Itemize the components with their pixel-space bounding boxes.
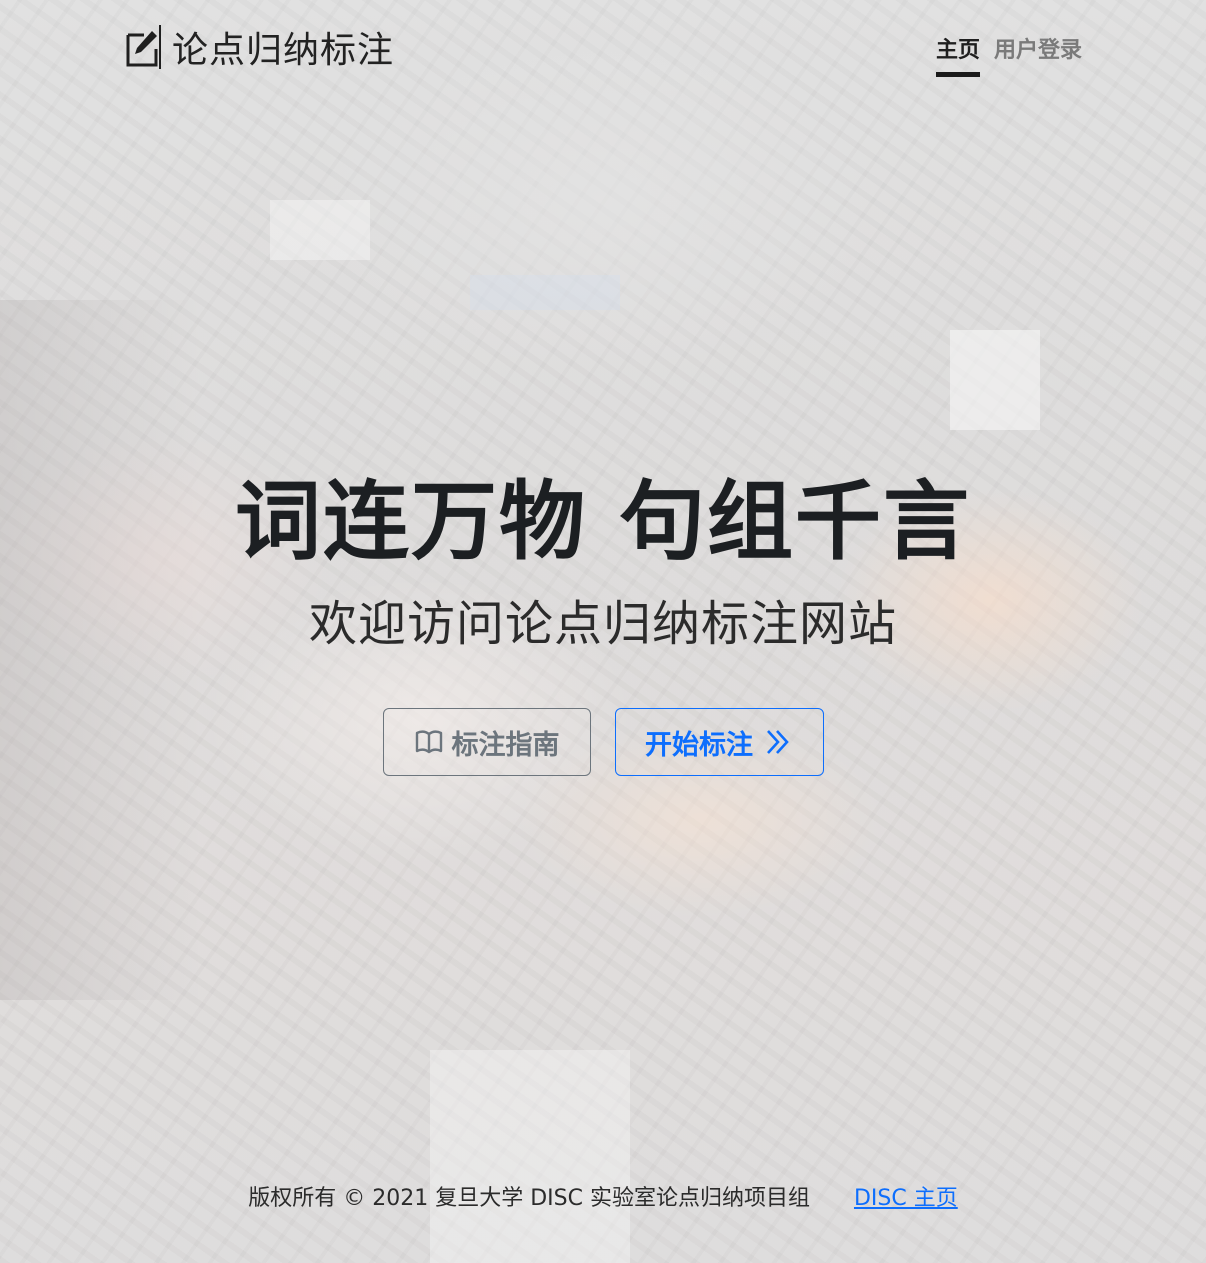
hero-title: 词连万物 句组千言: [235, 472, 971, 572]
start-annotation-button[interactable]: 开始标注: [614, 708, 824, 776]
chevron-double-right-icon: [763, 727, 793, 757]
hero-section: 词连万物 句组千言 欢迎访问论点归纳标注网站 标注指南 开始标注: [0, 470, 1206, 776]
hero-subtitle: 欢迎访问论点归纳标注网站: [308, 596, 897, 652]
hero-actions: 标注指南 开始标注: [0, 708, 1206, 776]
copyright-text: 版权所有 © 2021 复旦大学 DISC 实验室论点归纳项目组: [248, 1186, 810, 1211]
main-nav: 主页 用户登录: [935, 32, 1082, 77]
start-annotation-label: 开始标注: [645, 729, 753, 761]
pencil-square-icon: [124, 25, 162, 69]
annotation-guide-button[interactable]: 标注指南: [382, 708, 591, 776]
book-icon: [414, 727, 444, 757]
nav-home[interactable]: 主页: [935, 32, 980, 77]
nav-login[interactable]: 用户登录: [994, 32, 1082, 77]
brand-name: 论点归纳标注: [172, 30, 395, 71]
disc-home-link[interactable]: DISC 主页: [854, 1186, 958, 1211]
annotation-guide-label: 标注指南: [451, 729, 560, 761]
brand-link[interactable]: 论点归纳标注: [124, 24, 395, 71]
site-footer: 版权所有 © 2021 复旦大学 DISC 实验室论点归纳项目组 DISC 主页: [0, 1180, 1206, 1212]
